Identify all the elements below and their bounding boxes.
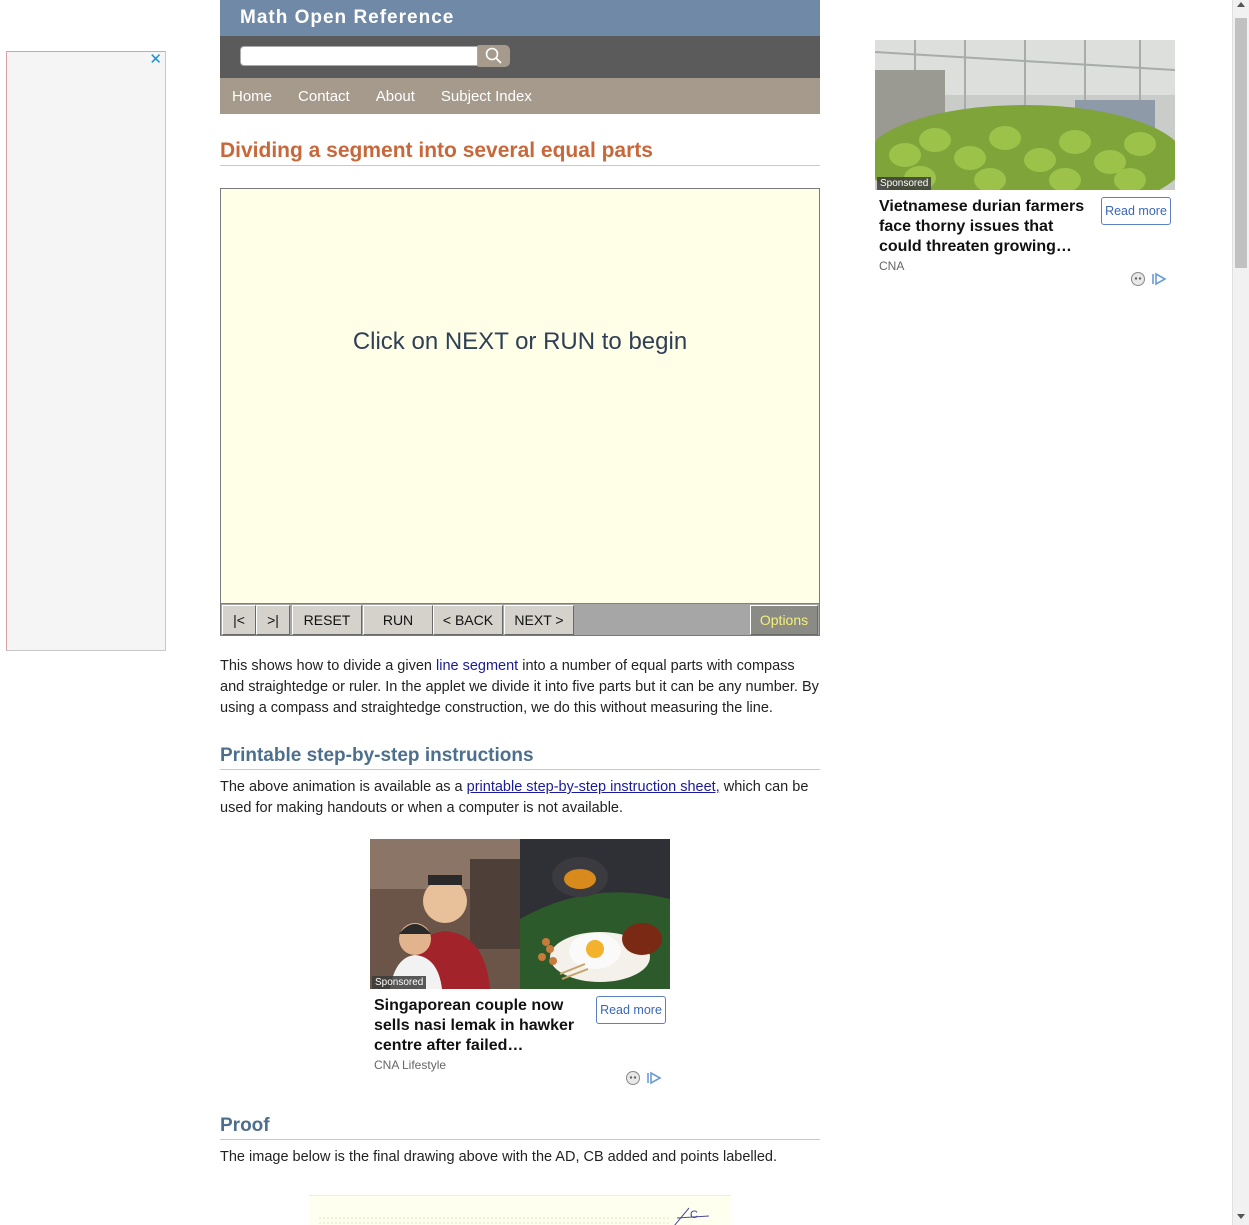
search-input[interactable] bbox=[240, 46, 478, 66]
nav-subject-index[interactable]: Subject Index bbox=[441, 88, 532, 105]
ad-image-couple-nasi-lemak[interactable]: Sponsored bbox=[370, 839, 670, 989]
options-button[interactable]: Options bbox=[750, 605, 818, 635]
scroll-up-arrow-icon[interactable] bbox=[1237, 2, 1245, 7]
nav-contact[interactable]: Contact bbox=[298, 88, 350, 105]
ad-image-durian-warehouse[interactable]: Sponsored bbox=[875, 40, 1175, 190]
ad-choices-icon[interactable] bbox=[1131, 271, 1171, 287]
nav-about[interactable]: About bbox=[376, 88, 415, 105]
intro-text-before: This shows how to divide a given bbox=[220, 658, 436, 674]
line-segment-link[interactable]: line segment bbox=[436, 658, 518, 674]
proof-figure: C bbox=[309, 1195, 731, 1225]
proof-heading: Proof bbox=[220, 1115, 820, 1140]
ad-choices-icon[interactable] bbox=[626, 1070, 666, 1086]
durian-warehouse-image bbox=[875, 40, 1175, 190]
intro-paragraph: This shows how to divide a given line se… bbox=[220, 656, 820, 719]
proof-diagram: C bbox=[319, 1207, 710, 1225]
search-button[interactable] bbox=[478, 45, 510, 67]
main-nav: Home Contact About Subject Index bbox=[220, 78, 820, 114]
printable-text-before: The above animation is available as a bbox=[220, 779, 467, 795]
read-more-button[interactable]: Read more bbox=[596, 996, 666, 1024]
run-button[interactable]: RUN bbox=[363, 605, 433, 635]
middle-sponsored-ad[interactable]: Sponsored Singaporean couple now sells n… bbox=[370, 839, 670, 1089]
point-c-label: C bbox=[690, 1209, 698, 1221]
right-sponsored-ad[interactable]: Sponsored Vietnamese durian farmers face… bbox=[875, 40, 1175, 290]
back-button[interactable]: < BACK bbox=[433, 605, 503, 635]
applet-message: Click on NEXT or RUN to begin bbox=[352, 328, 688, 355]
sponsored-label: Sponsored bbox=[372, 976, 427, 989]
last-step-button[interactable]: >| bbox=[256, 605, 290, 635]
search-icon bbox=[485, 47, 502, 64]
ad-headline[interactable]: Singaporean couple now sells nasi lemak … bbox=[374, 996, 586, 1056]
proof-paragraph: The image below is the final drawing abo… bbox=[220, 1149, 777, 1165]
site-header: Math Open Reference Home Contact About S… bbox=[220, 0, 820, 114]
site-title[interactable]: Math Open Reference bbox=[220, 0, 820, 36]
read-more-button[interactable]: Read more bbox=[1101, 197, 1171, 225]
next-button[interactable]: NEXT > bbox=[504, 605, 574, 635]
construction-applet[interactable]: Click on NEXT or RUN to begin |< >| RESE… bbox=[220, 188, 820, 636]
close-ad-icon[interactable]: ✕ bbox=[149, 51, 162, 69]
printable-heading: Printable step-by-step instructions bbox=[220, 745, 820, 770]
reset-button[interactable]: RESET bbox=[292, 605, 362, 635]
ad-source: CNA Lifestyle bbox=[374, 1058, 447, 1072]
sponsored-label: Sponsored bbox=[877, 177, 932, 190]
nav-home[interactable]: Home bbox=[232, 88, 272, 105]
left-ad-frame: ✕ bbox=[6, 51, 166, 651]
instruction-sheet-link[interactable]: printable step-by-step instruction sheet… bbox=[467, 779, 720, 795]
first-step-button[interactable]: |< bbox=[222, 605, 256, 635]
nasi-lemak-image bbox=[370, 839, 670, 989]
applet-toolbar: |< >| RESET RUN < BACK NEXT > Options bbox=[221, 603, 819, 635]
ad-source: CNA bbox=[879, 259, 905, 273]
scroll-down-arrow-icon[interactable] bbox=[1237, 1214, 1245, 1219]
ad-headline[interactable]: Vietnamese durian farmers face thorny is… bbox=[879, 197, 1091, 257]
search-bar bbox=[220, 36, 820, 78]
printable-paragraph: The above animation is available as a pr… bbox=[220, 777, 820, 819]
page-scrollbar[interactable] bbox=[1232, 0, 1249, 1225]
scroll-thumb[interactable] bbox=[1235, 18, 1247, 268]
page-title: Dividing a segment into several equal pa… bbox=[220, 139, 820, 166]
